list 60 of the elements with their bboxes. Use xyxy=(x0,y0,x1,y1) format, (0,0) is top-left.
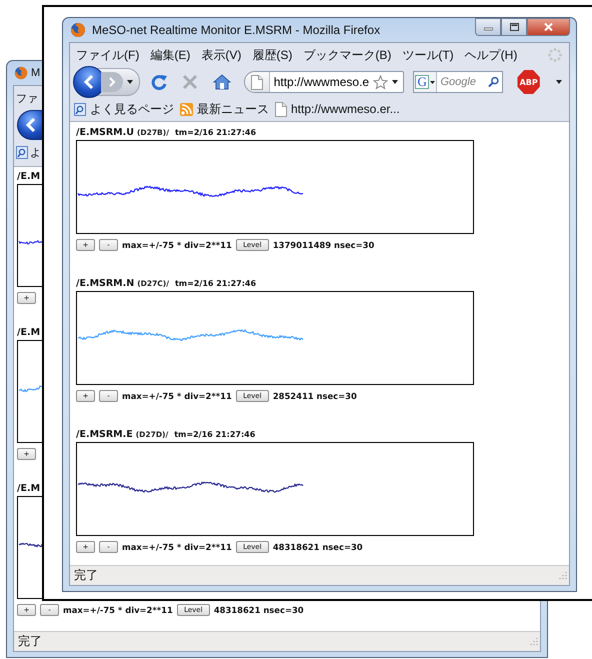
most-visited-icon xyxy=(74,102,86,116)
bookmark-link[interactable]: 最新ニュース xyxy=(180,100,269,118)
throbber-icon xyxy=(547,47,563,63)
page-icon xyxy=(250,74,263,90)
minimize-button[interactable] xyxy=(475,18,501,36)
search-box[interactable]: G Google xyxy=(413,71,504,93)
station-name: /E.MSRM.U xyxy=(76,127,134,138)
menu-item[interactable]: 表示(V) xyxy=(201,46,242,64)
maximize-icon xyxy=(510,23,518,31)
back-button[interactable] xyxy=(17,110,43,140)
status-text: 完了 xyxy=(18,633,43,650)
rss-feed-icon xyxy=(180,102,193,116)
most-visited-icon xyxy=(16,146,28,158)
address-field[interactable]: http://wwwmeso.e xyxy=(244,71,404,93)
reload-icon xyxy=(150,73,168,91)
station-name: /E.MSRM.E xyxy=(76,429,133,440)
station-name: /E.M xyxy=(17,171,40,182)
menu-item[interactable]: 編集(E) xyxy=(150,46,190,64)
resize-grip-icon xyxy=(528,636,538,646)
menu-item[interactable]: ヘルプ(H) xyxy=(464,46,518,64)
scale-label: max=+/-75 * div=2**11 xyxy=(122,390,232,400)
caret-icon xyxy=(556,80,562,84)
station-name: /E.MSRM.N xyxy=(76,278,134,289)
sample-reading: 48318621 nsec=30 xyxy=(272,542,363,552)
star-icon xyxy=(373,74,388,90)
menu-item[interactable]: 履歴(S) xyxy=(252,46,292,64)
resize-grip-icon xyxy=(557,570,567,580)
window-title: M xyxy=(31,67,40,79)
bookmark-link[interactable]: http://wwwmeso.er... xyxy=(275,102,400,116)
home-icon xyxy=(212,74,231,90)
firefox-icon xyxy=(70,22,86,38)
station-name: /E.M xyxy=(17,483,40,494)
timestamp: tm=2/16 21:27:46 xyxy=(174,128,256,137)
menu-item[interactable]: ファ xyxy=(16,90,38,106)
search-field[interactable]: Google xyxy=(437,76,488,88)
bookmark-link[interactable]: よく見るページ xyxy=(74,100,174,118)
firefox-icon xyxy=(14,66,28,80)
adblock-button[interactable]: ABP xyxy=(517,70,540,94)
sample-reading: 48318621 nsec=30 xyxy=(214,604,304,614)
close-icon xyxy=(544,23,553,31)
scale-label: max=+/-75 * div=2**11 xyxy=(122,240,232,250)
bookmark-link[interactable]: よ xyxy=(16,144,41,160)
menu-item[interactable]: ツール(T) xyxy=(402,46,454,64)
sample-reading: 2852411 nsec=30 xyxy=(272,390,357,400)
scale-label: max=+/-75 * div=2**11 xyxy=(122,542,232,552)
menu-item[interactable]: ブックマーク(B) xyxy=(303,46,392,64)
menu-item[interactable]: ファイル(F) xyxy=(76,46,140,64)
search-icon xyxy=(488,76,500,88)
scale-label: max=+/-75 * div=2**11 xyxy=(63,604,173,614)
window-title: MeSO-net Realtime Monitor E.MSRM - Mozilla Firefox xyxy=(92,23,380,37)
timestamp: tm=2/16 21:27:46 xyxy=(174,279,256,288)
close-button[interactable] xyxy=(527,18,570,36)
search-engine-button[interactable]: G xyxy=(414,72,438,92)
timestamp: tm=2/16 21:27:46 xyxy=(174,430,256,439)
page-icon xyxy=(275,102,287,116)
station-name: /E.M xyxy=(17,327,40,338)
sample-reading: 1379011489 nsec=30 xyxy=(272,240,374,250)
maximize-button[interactable] xyxy=(501,18,527,36)
stop-icon xyxy=(182,74,198,90)
status-text: 完了 xyxy=(74,567,99,584)
